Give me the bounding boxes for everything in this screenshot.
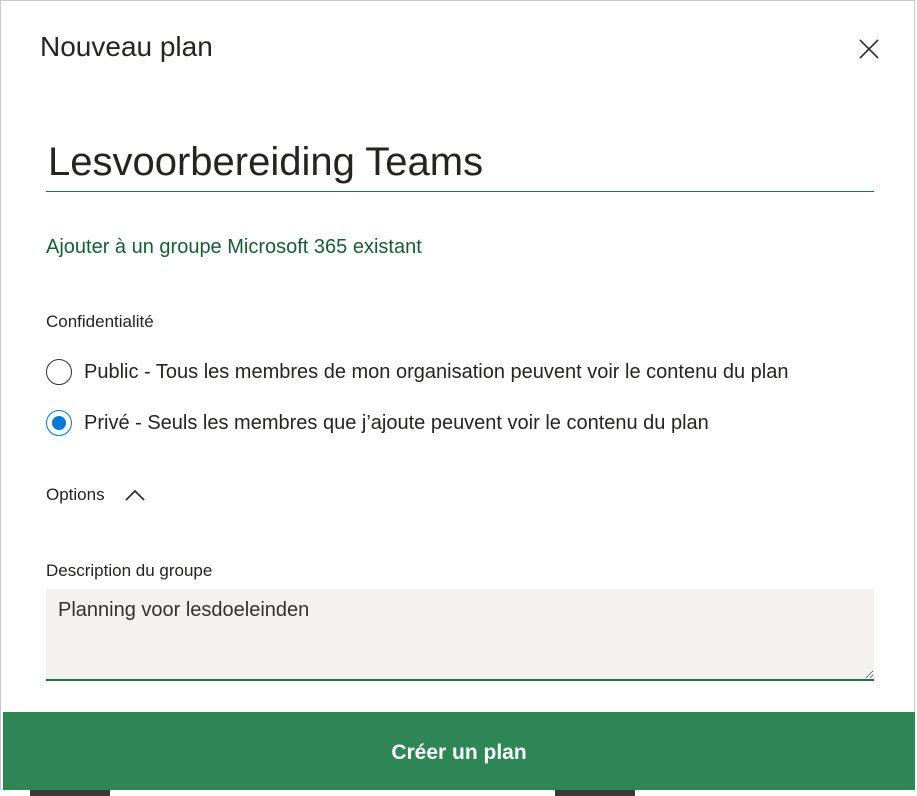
create-plan-button[interactable]: Créer un plan <box>3 712 915 794</box>
dialog-footer: Créer un plan <box>3 712 915 794</box>
privacy-option-public[interactable]: Public - Tous les membres de mon organis… <box>46 357 788 387</box>
close-icon <box>859 39 879 59</box>
plan-name-field <box>46 133 876 192</box>
privacy-label: Confidentialité <box>46 312 154 331</box>
group-description-input[interactable]: Planning voor lesdoeleinden <box>46 589 874 679</box>
add-to-existing-group-link[interactable]: Ajouter à un groupe Microsoft 365 exista… <box>46 236 422 259</box>
new-plan-dialog: Nouveau plan Ajouter à un groupe Microso… <box>0 0 915 794</box>
group-description-label: Description du groupe <box>46 561 213 580</box>
radio-public[interactable] <box>46 359 72 385</box>
radio-selected-dot <box>52 416 66 430</box>
options-label: Options <box>46 485 105 504</box>
privacy-option-public-label: Public - Tous les membres de mon organis… <box>84 360 789 383</box>
privacy-option-private-label: Privé - Seuls les membres que j’ajoute p… <box>84 411 709 434</box>
close-button[interactable] <box>853 33 885 65</box>
radio-private[interactable] <box>46 410 72 436</box>
group-description-field: Planning voor lesdoeleinden <box>46 589 874 681</box>
background-element <box>555 790 635 796</box>
chevron-up-icon <box>124 489 145 501</box>
privacy-option-private[interactable]: Privé - Seuls les membres que j’ajoute p… <box>46 408 709 438</box>
options-toggle[interactable]: Options <box>46 485 147 505</box>
background-element <box>30 790 110 796</box>
plan-name-input[interactable] <box>46 133 876 191</box>
dialog-title: Nouveau plan <box>40 31 213 62</box>
background-strip <box>0 790 917 796</box>
